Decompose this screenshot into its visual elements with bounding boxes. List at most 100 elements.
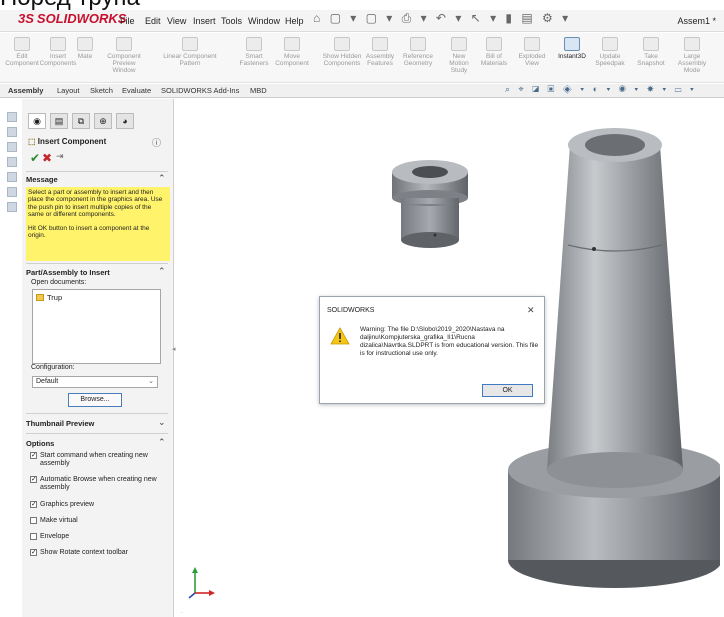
browse-button[interactable]: Browse...	[68, 393, 122, 407]
thumbnail-preview-section-title: Thumbnail Preview	[26, 419, 95, 428]
display-manager-tab-icon[interactable]: ◕	[116, 113, 134, 129]
component-preview-button[interactable]: Component Preview Window	[102, 35, 146, 81]
open-documents-label: Open documents:	[31, 279, 87, 286]
warning-icon	[330, 327, 350, 345]
exploded-view-button[interactable]: Exploded View	[514, 35, 550, 81]
strip-icon[interactable]	[7, 157, 17, 167]
strip-icon[interactable]	[7, 172, 17, 182]
menu-edit[interactable]: Edit	[145, 16, 161, 26]
menu-tools[interactable]: Tools	[221, 16, 242, 26]
strip-icon[interactable]	[7, 127, 17, 137]
push-pin-icon[interactable]: ⇥	[56, 151, 64, 162]
bill-of-materials-button[interactable]: Bill of Materials	[476, 35, 512, 81]
collapse-chevron-icon[interactable]: ⌃	[158, 437, 166, 448]
smart-fasteners-icon	[246, 37, 262, 51]
menu-view[interactable]: View	[167, 16, 186, 26]
message-text-ok: Hit OK button to insert a component at t…	[28, 225, 150, 240]
strip-icon[interactable]	[7, 187, 17, 197]
option-start-command[interactable]: ✓ Start command when creating new assembl…	[30, 452, 160, 468]
instant3d-button[interactable]: Instant3D	[554, 35, 590, 81]
message-section-title: Message	[26, 175, 58, 184]
mate-button[interactable]: Mate	[70, 35, 100, 81]
option-automatic-browse[interactable]: ✓ Automatic Browse when creating new asse…	[30, 476, 160, 492]
checkbox[interactable]: ✓	[30, 476, 37, 483]
ok-button[interactable]: OK	[482, 384, 533, 397]
assembly-features-button[interactable]: Assembly Features	[362, 35, 398, 81]
checkbox[interactable]: ✓	[30, 549, 37, 556]
checkbox[interactable]	[30, 517, 37, 524]
edit-component-icon	[14, 37, 30, 51]
motion-study-icon	[451, 37, 467, 51]
property-manager-panel: ◉ ▤ ⧉ ⊕ ◕ ⬚ Insert Component ⓘ ✔ ✖ ⇥ Mes…	[22, 99, 174, 617]
insert-components-icon	[50, 37, 66, 51]
coordinate-triad	[188, 567, 215, 599]
options-section-title: Options	[26, 439, 55, 448]
take-snapshot-button[interactable]: Take Snapshot	[632, 35, 670, 81]
divider	[26, 171, 168, 172]
show-hidden-button[interactable]: Show Hidden Components	[320, 35, 364, 81]
solidworks-logo[interactable]: 3S SOLIDWORKS	[18, 11, 126, 31]
tab-layout[interactable]: Layout	[57, 86, 80, 95]
reference-geometry-button[interactable]: Reference Geometry	[398, 35, 438, 81]
checkbox[interactable]: ✓	[30, 452, 37, 459]
heads-up-view-toolbar[interactable]: ⌕ ⌖ ◪ ▣ ◈ ▾ ◐ ▾ ◉ ▾ ☀ ▾ ▭ ▾	[505, 84, 697, 98]
linear-pattern-button[interactable]: Linear Component Pattern	[160, 35, 220, 81]
collapse-chevron-icon[interactable]: ⌃	[158, 266, 166, 277]
snapshot-icon	[643, 37, 659, 51]
dialog-message: Warning: The file D:\Slobo\2019_2020\Nas…	[360, 326, 539, 357]
nut-part-model[interactable]	[390, 148, 470, 268]
property-manager-tab-icon[interactable]: ▤	[50, 113, 68, 129]
option-envelope[interactable]: Envelope	[30, 533, 160, 541]
dimxpert-tab-icon[interactable]: ⊕	[94, 113, 112, 129]
assembly-features-icon	[372, 37, 388, 51]
strip-icon[interactable]	[7, 112, 17, 122]
divider	[26, 433, 168, 434]
strip-icon[interactable]	[7, 202, 17, 212]
tab-assembly[interactable]: Assembly	[8, 86, 43, 95]
instant3d-icon	[564, 37, 580, 51]
option-show-rotate-toolbar[interactable]: ✓ Show Rotate context toolbar	[30, 549, 160, 557]
insert-component-icon: ⬚	[28, 137, 38, 146]
quick-access-toolbar[interactable]: ⌂ ▢ ▾ ▢ ▾ ⎙ ▾ ↶ ▾ ↖ ▾ ▮ ▤ ⚙ ▾	[313, 11, 571, 29]
insert-component-title: ⬚ Insert Component	[28, 137, 107, 146]
option-graphics-preview[interactable]: ✓ Graphics preview	[30, 501, 160, 509]
panel-collapse-handle[interactable]: ◂	[172, 345, 178, 357]
preview-window-icon	[116, 37, 132, 51]
collapse-chevron-icon[interactable]: ⌃	[158, 173, 166, 184]
option-make-virtual[interactable]: Make virtual	[30, 517, 160, 525]
checkbox[interactable]: ✓	[30, 501, 37, 508]
divider	[26, 413, 168, 414]
mate-icon	[77, 37, 93, 51]
new-motion-study-button[interactable]: New Motion Study	[442, 35, 476, 81]
checkbox[interactable]	[30, 533, 37, 540]
update-speedpak-button[interactable]: Update Speedpak	[592, 35, 628, 81]
expand-chevron-icon[interactable]: ⌄	[158, 417, 166, 428]
chevron-down-icon: ⌄	[148, 378, 154, 385]
linear-pattern-icon	[182, 37, 198, 51]
tab-addins[interactable]: SOLIDWORKS Add-Ins	[161, 86, 239, 95]
tab-evaluate[interactable]: Evaluate	[122, 86, 151, 95]
close-icon[interactable]: ✕	[527, 305, 535, 316]
help-icon[interactable]: ⓘ	[152, 136, 161, 149]
configuration-select[interactable]: Default ⌄	[32, 376, 158, 388]
command-manager-ribbon: Edit Component Insert Components Mate Co…	[0, 33, 724, 83]
strip-icon[interactable]	[7, 142, 17, 152]
tab-sketch[interactable]: Sketch	[90, 86, 113, 95]
speedpak-icon	[602, 37, 618, 51]
configuration-manager-tab-icon[interactable]: ⧉	[72, 113, 90, 129]
menu-help[interactable]: Help	[285, 16, 304, 26]
menu-file[interactable]: File	[120, 16, 135, 26]
feature-manager-tab-icon[interactable]: ◉	[28, 113, 46, 129]
part-icon	[36, 294, 44, 301]
menu-window[interactable]: Window	[248, 16, 280, 26]
large-assembly-mode-button[interactable]: Large Assembly Mode	[672, 35, 712, 81]
move-component-icon	[284, 37, 300, 51]
large-assembly-icon	[684, 37, 700, 51]
menu-insert[interactable]: Insert	[193, 16, 216, 26]
move-component-button[interactable]: Move Component	[270, 35, 314, 81]
image-caption: Поред трупа	[0, 0, 140, 10]
cancel-x-icon[interactable]: ✖	[42, 151, 52, 165]
list-item[interactable]: Trup	[36, 293, 62, 302]
ok-checkmark-icon[interactable]: ✔	[30, 151, 40, 165]
tab-mbd[interactable]: MBD	[250, 86, 267, 95]
